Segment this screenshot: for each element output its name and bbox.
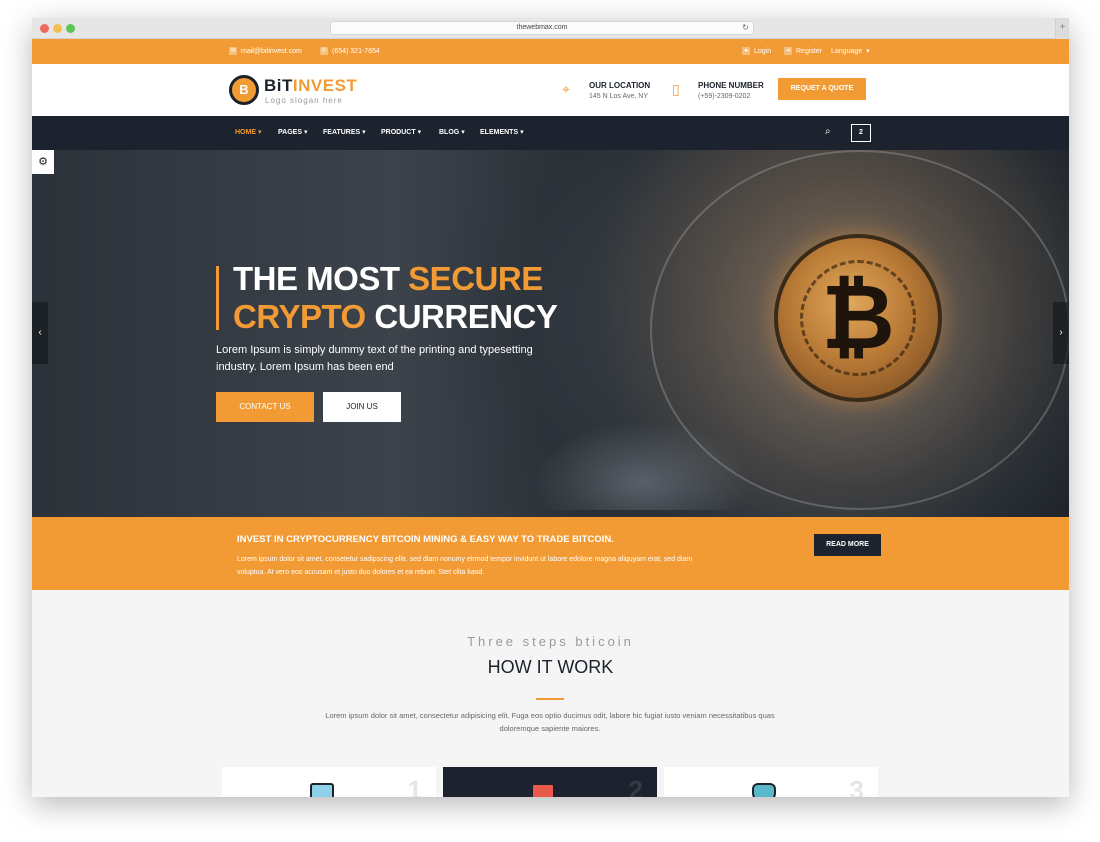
register-link-text: Register [796,47,823,55]
top-info-bar: ✉ mail@bitinvest.com ✆ (654) 321-7654 ● … [32,39,1069,64]
banner-text: Lorem ipsum dolor sit amet, consetetur s… [237,556,693,576]
contact-us-button[interactable]: CONTACT US [216,392,314,422]
bitcoin-symbol-icon: ₿ [821,265,895,370]
phone-value: (+59)-2309-0202 [698,93,751,100]
hero-heading-line-1: THE MOST SECURE [233,260,543,298]
join-us-button[interactable]: JOIN US [323,392,401,422]
step-number: 2 [628,775,643,797]
topbar-email-text: mail@bitinvest.com [241,47,302,55]
chevron-down-icon: ▾ [417,129,422,136]
chevron-down-icon: ▾ [362,129,366,136]
chevron-left-icon[interactable]: ‹ [32,302,48,364]
how-it-works-section: Three steps bticoin HOW IT WORK Lorem ip… [32,590,1069,797]
language-dropdown-label: Language [831,47,863,55]
email-icon: ✉ [229,47,237,55]
logo-text-dark: BiT [264,76,293,95]
logo-slogan: Logo slogan here [265,96,343,105]
hero-heading-white: CURRENCY [365,298,558,335]
step-number: 1 [407,775,422,797]
chevron-right-icon[interactable]: › [1053,302,1069,364]
step-card[interactable]: 2 [443,767,657,797]
new-tab-button[interactable]: + [1055,18,1069,39]
phone-title: PHONE NUMBER [698,81,764,90]
user-icon: ● [742,47,750,55]
hero-slider: ₿ ⚙ ‹ › THE MOST SECURE CRYPTO CURRENCY … [32,150,1069,517]
chevron-down-icon: ▾ [257,129,262,136]
bitcoin-coin-image: ₿ [774,234,942,402]
nav-item-label: PRODUCT [381,129,416,136]
nav-item-label: ELEMENTS [480,129,519,136]
cart-count: 2 [859,129,863,136]
hero-description: Lorem Ipsum is simply dummy text of the … [216,344,533,373]
hand-graphic [532,420,752,510]
shield-icon [752,783,776,797]
language-dropdown[interactable]: Language ▾ [831,47,870,56]
nav-item-home[interactable]: HOME ▾ [235,128,261,136]
location-title: OUR LOCATION [589,81,651,90]
location-icon: ⌖ [562,81,570,97]
section-description: Lorem ipsum dolor sit amet, consectetur … [325,711,775,733]
topbar-phone-text: (654) 321-7654 [332,47,380,55]
nav-item-product[interactable]: PRODUCT ▾ [381,128,421,136]
step-number: 3 [849,775,864,797]
hero-heading-line-2: CRYPTO CURRENCY [233,298,558,336]
location-value: 145 N Los Ave, NY [589,93,649,100]
close-window-button[interactable] [40,24,49,33]
phone-icon: ✆ [320,47,328,55]
request-quote-button[interactable]: REQUET A QUOTE [778,78,866,100]
logo-text[interactable]: BiTINVEST [264,76,357,96]
minimize-window-button[interactable] [53,24,62,33]
browser-toolbar: thewebmax.com ↻ + [32,18,1069,39]
hero-heading-orange: CRYPTO [233,298,366,335]
read-more-button[interactable]: READ MORE [814,534,881,556]
nav-item-label: HOME [235,129,256,136]
register-link[interactable]: ➜ Register [784,47,822,55]
nav-item-label: FEATURES [323,129,361,136]
logo-text-orange: INVEST [292,76,358,95]
browser-window: thewebmax.com ↻ + ✉ mail@bitinvest.com ✆… [32,18,1069,797]
reload-icon[interactable]: ↻ [742,22,749,34]
chevron-down-icon: ▾ [461,129,465,136]
wallet-icon [310,783,334,797]
chevron-down-icon: ▾ [303,129,308,136]
search-icon[interactable]: ⌕ [825,126,831,137]
topbar-email[interactable]: ✉ mail@bitinvest.com [229,47,302,55]
title-divider [536,698,564,700]
chevron-down-icon: ▾ [866,48,870,55]
login-link[interactable]: ● Login [742,47,771,55]
gear-icon[interactable]: ⚙ [32,150,54,174]
main-nav: HOME ▾ PAGES ▾ FEATURES ▾ PRODUCT ▾ BLOG… [32,116,1069,150]
logo-mark[interactable]: B [229,75,259,105]
nav-item-pages[interactable]: PAGES ▾ [278,128,307,136]
step-card[interactable]: 3 [664,767,878,797]
banner-title: INVEST IN CRYPTOCURRENCY BITCOIN MINING … [237,534,614,545]
nav-item-features[interactable]: FEATURES ▾ [323,128,366,136]
maximize-window-button[interactable] [66,24,75,33]
step-card[interactable]: 1 [222,767,436,797]
section-subtitle: Three steps bticoin [467,634,634,649]
site-header: B BiTINVEST Logo slogan here ⌖ OUR LOCAT… [32,64,1069,116]
section-title: HOW IT WORK [487,657,614,677]
hero-accent-bar [216,266,219,330]
hero-heading-orange: SECURE [408,260,543,297]
mobile-icon: ▯ [672,81,680,97]
nav-item-elements[interactable]: ELEMENTS ▾ [480,128,524,136]
briefcase-icon [531,783,555,797]
address-bar[interactable]: thewebmax.com ↻ [330,21,754,35]
nav-item-blog[interactable]: BLOG ▾ [439,128,465,136]
invest-banner: INVEST IN CRYPTOCURRENCY BITCOIN MINING … [32,517,1069,590]
register-icon: ➜ [784,47,792,55]
hero-heading-white: THE MOST [233,260,409,297]
chevron-down-icon: ▾ [520,129,524,136]
nav-item-label: BLOG [439,129,460,136]
nav-item-label: PAGES [278,129,302,136]
cart-button[interactable]: 2 [851,124,871,142]
login-link-text: Login [754,47,772,55]
topbar-phone[interactable]: ✆ (654) 321-7654 [320,47,380,55]
address-bar-url: thewebmax.com [516,24,568,31]
